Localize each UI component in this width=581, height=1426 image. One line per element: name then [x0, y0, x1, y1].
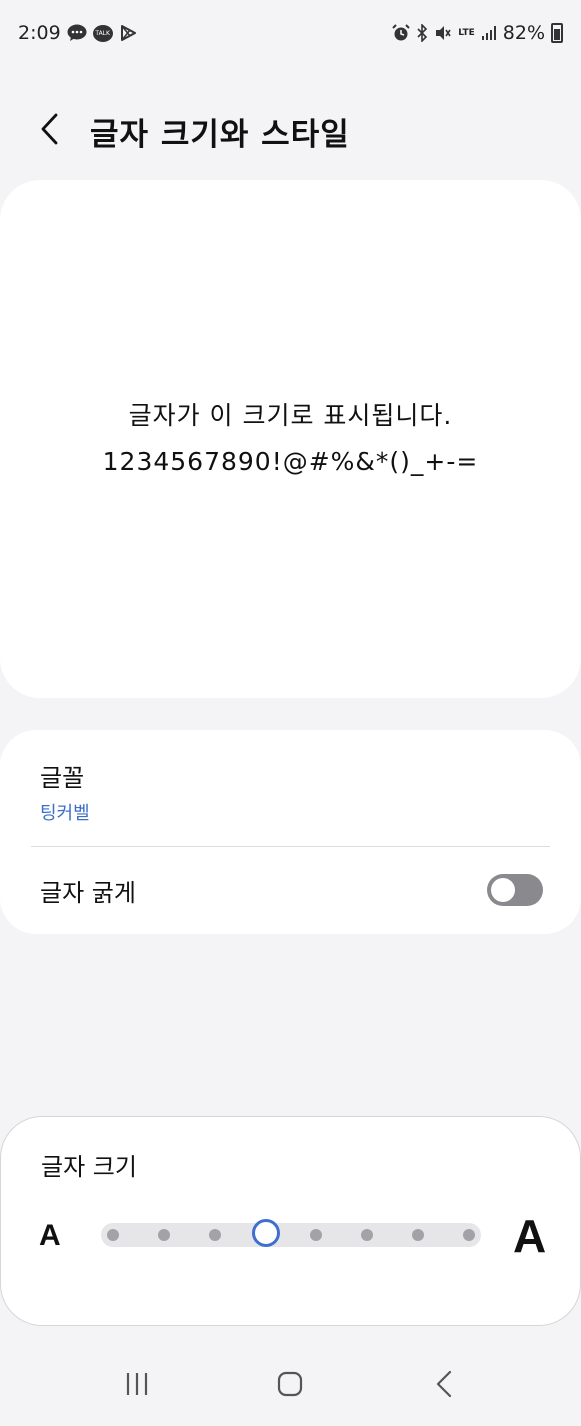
status-left: 2:09 TALK — [18, 22, 137, 44]
slider-step-dot[interactable] — [107, 1229, 119, 1241]
lte-label: LTE — [458, 27, 475, 38]
font-size-large-glyph: A — [513, 1210, 547, 1262]
alarm-icon — [392, 24, 410, 42]
lte-icon: LTE — [458, 27, 475, 38]
message-icon — [67, 24, 87, 42]
back-button[interactable] — [20, 101, 80, 161]
bold-font-row[interactable]: 글자 굵게 — [40, 858, 543, 922]
play-store-icon — [119, 24, 137, 42]
slider-step-dot[interactable] — [157, 1229, 170, 1241]
bluetooth-icon — [416, 24, 428, 42]
slider-step-dot[interactable] — [412, 1229, 425, 1241]
font-size-slider[interactable] — [101, 1219, 481, 1247]
battery-percent: 82% — [502, 22, 545, 44]
status-bar: 2:09 TALK LTE 82% — [0, 0, 581, 66]
font-size-label: 글자 크기 — [41, 1153, 137, 1181]
font-style-value: 팅커벨 — [40, 803, 90, 824]
bold-font-toggle[interactable] — [487, 874, 543, 906]
status-time: 2:09 — [18, 22, 61, 44]
font-size-card: 글자 크기 A A — [0, 1116, 581, 1326]
preview-text-line-1: 글자가 이 크기로 표시됩니다. — [128, 401, 453, 430]
font-style-row[interactable]: 글꼴 팅커벨 — [40, 754, 551, 844]
slider-thumb[interactable] — [251, 1219, 280, 1247]
home-icon — [277, 1371, 303, 1401]
status-right: LTE 82% — [392, 22, 563, 44]
mute-icon — [434, 24, 452, 42]
kakaotalk-icon: TALK — [92, 24, 113, 42]
back-icon — [435, 1370, 453, 1402]
recent-apps-icon — [124, 1372, 150, 1400]
slider-step-dot[interactable] — [361, 1229, 374, 1241]
preview-card: 글자가 이 크기로 표시됩니다. 1234567890!@#%&*()_+-= — [0, 180, 581, 698]
nav-back-button[interactable] — [414, 1356, 474, 1416]
font-style-label: 글꼴 — [40, 764, 85, 792]
slider-step-dot[interactable] — [463, 1229, 475, 1241]
signal-icon — [481, 25, 497, 41]
preview-text-line-2: 1234567890!@#%&*()_+-= — [102, 447, 479, 476]
battery-icon — [551, 23, 563, 43]
divider — [31, 846, 550, 847]
font-size-small-glyph: A — [39, 1219, 61, 1252]
home-button[interactable] — [260, 1356, 320, 1416]
navigation-bar — [0, 1346, 581, 1426]
slider-step-dot[interactable] — [310, 1229, 323, 1241]
toggle-knob — [491, 878, 515, 902]
bold-font-label: 글자 굵게 — [40, 878, 136, 907]
chevron-left-icon — [39, 113, 61, 149]
recent-apps-button[interactable] — [107, 1356, 167, 1416]
app-bar: 글자 크기와 스타일 — [0, 96, 581, 166]
page-title: 글자 크기와 스타일 — [90, 116, 350, 153]
slider-step-dot[interactable] — [208, 1229, 221, 1241]
